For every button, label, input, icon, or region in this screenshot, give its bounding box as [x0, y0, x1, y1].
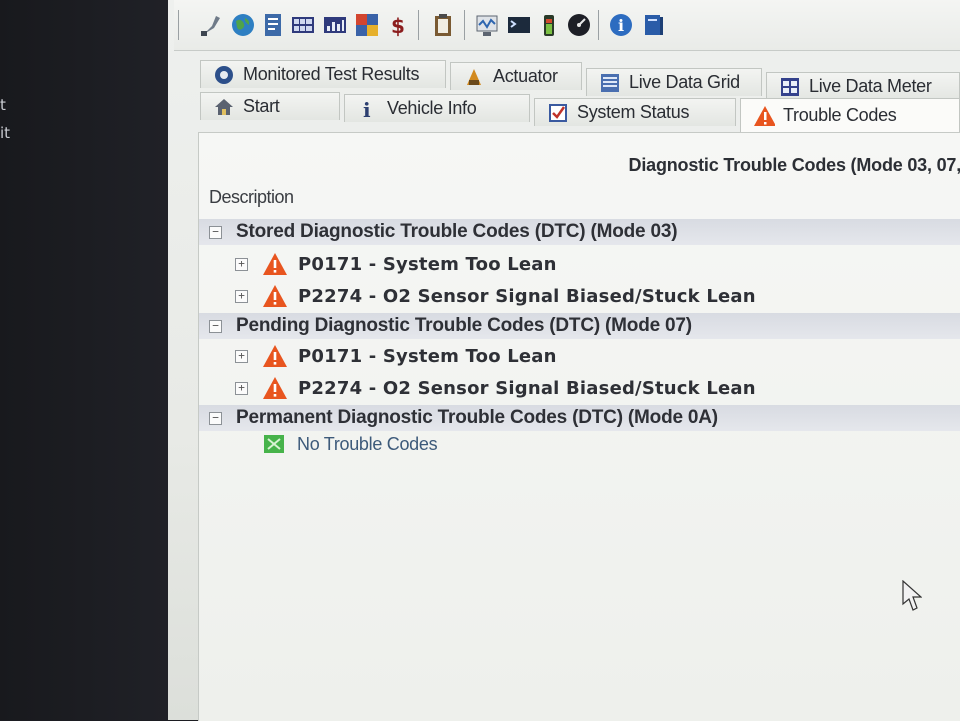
tab-label: Live Data Meter [809, 76, 932, 96]
info-icon: i [357, 98, 379, 120]
expand-icon[interactable]: + [235, 349, 248, 363]
grid-icon [599, 72, 621, 94]
toolbar-separator [418, 10, 419, 40]
toolbar-separator [464, 10, 465, 40]
warning-icon [263, 285, 287, 307]
tab-monitored-test-results[interactable]: Monitored Test Results [200, 60, 446, 88]
warning-icon [263, 253, 287, 275]
expand-icon[interactable]: + [235, 381, 248, 395]
group-label: Stored Diagnostic Trouble Codes (DTC) (M… [236, 221, 678, 242]
svg-text:i: i [618, 16, 624, 35]
tree-item-code[interactable]: + P0171 - System Too Lean [235, 251, 557, 277]
home-icon [213, 96, 235, 118]
panel-title: Diagnostic Trouble Codes (Mode 03, 07, [628, 155, 960, 175]
tab-vehicle-info[interactable]: i Vehicle Info [344, 94, 530, 122]
collapse-icon[interactable]: − [209, 411, 222, 425]
tab-strip: Monitored Test Results Actuator Live Dat… [188, 58, 960, 136]
expand-icon[interactable]: + [235, 257, 248, 271]
code-label: P2274 - O2 Sensor Signal Biased/Stuck Le… [298, 285, 756, 307]
tab-system-status[interactable]: System Status [534, 98, 736, 126]
tab-label: Live Data Grid [629, 72, 740, 92]
grid-icon[interactable] [290, 12, 316, 38]
tree-group-permanent[interactable]: − Permanent Diagnostic Trouble Codes (DT… [199, 405, 960, 431]
warning-icon [263, 345, 287, 367]
tab-actuator[interactable]: Actuator [450, 62, 582, 90]
tree-item-no-codes[interactable]: No Trouble Codes [263, 431, 438, 457]
dollar-icon[interactable]: $ [384, 12, 410, 38]
collapse-icon[interactable]: − [209, 319, 222, 333]
trouble-codes-panel: Diagnostic Trouble Codes (Mode 03, 07, D… [198, 132, 960, 721]
collapse-icon[interactable]: − [209, 225, 222, 239]
code-label: P0171 - System Too Lean [298, 345, 557, 367]
tab-live-data-grid[interactable]: Live Data Grid [586, 68, 762, 96]
chart-icon[interactable] [322, 12, 348, 38]
group-label: Permanent Diagnostic Trouble Codes (DTC)… [236, 407, 718, 428]
clipboard-icon[interactable] [430, 12, 456, 38]
warning-icon [263, 377, 287, 399]
checklist-icon [547, 102, 569, 124]
no-codes-label: No Trouble Codes [297, 433, 438, 454]
tree-group-pending[interactable]: − Pending Diagnostic Trouble Codes (DTC)… [199, 313, 960, 339]
toolbar-separator [178, 10, 179, 40]
actuator-icon [463, 66, 485, 88]
toolbar: $ i [174, 0, 960, 51]
code-label: P2274 - O2 Sensor Signal Biased/Stuck Le… [298, 377, 756, 399]
svg-text:i: i [363, 98, 371, 120]
scope-icon[interactable] [474, 12, 500, 38]
tab-label: Actuator [493, 66, 558, 86]
app-window: $ i Monitored Test Results Actuator Live… [168, 0, 960, 721]
connection-icon[interactable] [198, 12, 224, 38]
desktop-text-fragment: it [0, 124, 11, 142]
tree-group-stored[interactable]: − Stored Diagnostic Trouble Codes (DTC) … [199, 219, 960, 245]
tab-label: Monitored Test Results [243, 64, 420, 84]
group-label: Pending Diagnostic Trouble Codes (DTC) (… [236, 315, 692, 336]
desktop-text-fragment: t [0, 96, 6, 114]
puzzle-icon[interactable] [354, 12, 380, 38]
battery-icon[interactable] [536, 12, 562, 38]
tree-item-code[interactable]: + P2274 - O2 Sensor Signal Biased/Stuck … [235, 283, 756, 309]
tab-trouble-codes[interactable]: Trouble Codes [740, 98, 960, 132]
info-icon[interactable]: i [608, 12, 634, 38]
book-icon[interactable] [640, 12, 666, 38]
tab-label: System Status [577, 102, 690, 122]
tree-item-code[interactable]: + P2274 - O2 Sensor Signal Biased/Stuck … [235, 375, 756, 401]
svg-text:$: $ [391, 14, 405, 38]
expand-icon[interactable]: + [235, 289, 248, 303]
tab-label: Vehicle Info [387, 98, 477, 118]
report-icon[interactable] [260, 12, 286, 38]
terminal-icon[interactable] [506, 12, 532, 38]
column-header-description[interactable]: Description [209, 187, 294, 208]
no-codes-icon [264, 435, 284, 453]
tree-item-code[interactable]: + P0171 - System Too Lean [235, 343, 557, 369]
tab-live-data-meter[interactable]: Live Data Meter [766, 72, 960, 100]
globe-icon[interactable] [230, 12, 256, 38]
mouse-cursor-icon [902, 580, 922, 611]
desktop-background: t it [0, 0, 168, 720]
meter-icon [779, 76, 801, 98]
toolbar-separator [598, 10, 599, 40]
gear-icon [213, 64, 235, 86]
tab-label: Start [243, 96, 280, 116]
code-label: P0171 - System Too Lean [298, 253, 557, 275]
tab-start[interactable]: Start [200, 92, 340, 120]
warning-icon [753, 105, 775, 127]
gauge-icon[interactable] [566, 12, 592, 38]
tab-label: Trouble Codes [783, 105, 897, 125]
